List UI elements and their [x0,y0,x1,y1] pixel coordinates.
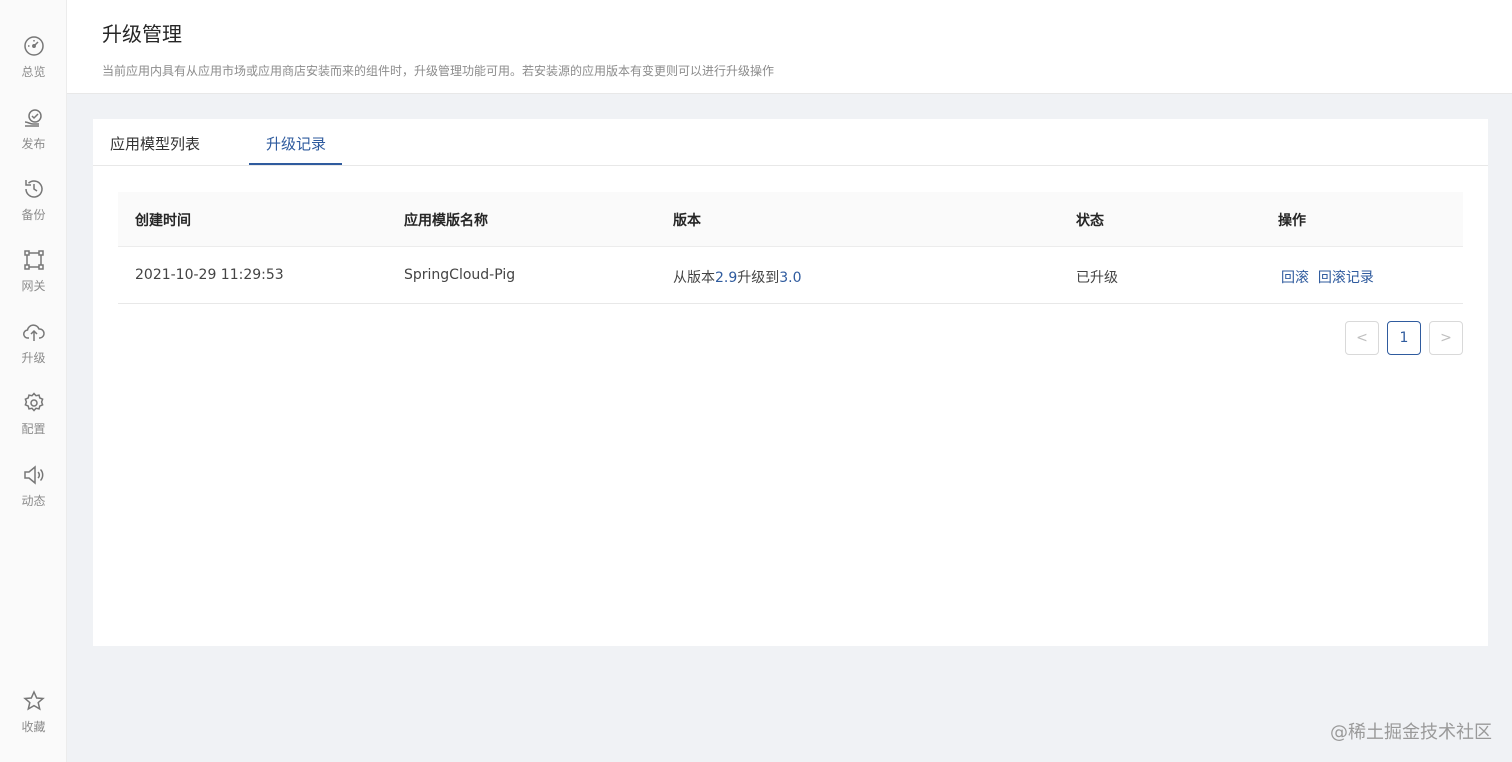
sidebar-item-favorite[interactable]: 收藏 [0,689,67,735]
active-tab-indicator [249,163,342,165]
gateway-icon [23,250,44,270]
from-version: 2.9 [715,270,738,286]
column-header-actions: 操作 [1278,213,1306,229]
version-mid: 升级到 [737,270,780,286]
sidebar-item-label: 升级 [21,351,46,365]
upgrade-cloud-icon [22,324,45,341]
watermark: @稀土掘金技术社区 [1330,722,1492,743]
sidebar-item-overview[interactable]: 总览 [0,34,67,80]
column-header-created-time: 创建时间 [135,213,191,229]
sidebar-item-upgrade[interactable]: 升级 [0,320,67,366]
cell-actions: 回滚 回滚记录 [1281,267,1374,287]
column-header-template-name: 应用模版名称 [404,213,488,229]
cell-template-name: SpringCloud-Pig [404,267,516,283]
sidebar-item-backup[interactable]: 备份 [0,177,67,223]
cell-status: 已升级 [1076,270,1118,286]
page-header: 升级管理 当前应用内具有从应用市场或应用商店安装而来的组件时，升级管理功能可用。… [67,0,1512,94]
version-prefix: 从版本 [673,270,715,286]
star-icon [22,690,45,711]
sidebar-item-gateway[interactable]: 网关 [0,248,67,294]
cell-version: 从版本2.9升级到3.0 [673,267,802,287]
cell-created-time: 2021-10-29 11:29:53 [135,267,284,283]
pagination-page-1[interactable]: 1 [1387,321,1421,355]
rollback-records-link[interactable]: 回滚记录 [1318,270,1374,286]
tab-upgrade-records[interactable]: 升级记录 [266,133,326,154]
sidebar-item-label: 网关 [21,279,46,293]
sidebar: 总览 发布 备份 网关 升级 配置 动态 收藏 [0,0,67,762]
pagination-next-button[interactable]: > [1429,321,1463,355]
tab-app-model-list[interactable]: 应用模型列表 [110,133,200,154]
upgrade-card: 应用模型列表 升级记录 创建时间 应用模版名称 版本 状态 操作 2021-10… [93,119,1488,646]
sidebar-item-label: 收藏 [21,720,46,734]
pagination-prev-button[interactable]: < [1345,321,1379,355]
sidebar-item-config[interactable]: 配置 [0,391,67,437]
publish-icon [24,109,42,127]
dashboard-icon [23,36,44,56]
backup-icon [24,180,43,198]
sidebar-item-label: 备份 [21,208,46,222]
table-row: 2021-10-29 11:29:53 SpringCloud-Pig 从版本2… [118,247,1463,304]
rollback-link[interactable]: 回滚 [1281,270,1309,286]
upgrade-records-table: 创建时间 应用模版名称 版本 状态 操作 2021-10-29 11:29:53… [118,192,1463,304]
gear-icon [23,392,44,412]
sidebar-item-label: 动态 [21,494,46,508]
sidebar-item-activity[interactable]: 动态 [0,463,67,509]
sidebar-item-publish[interactable]: 发布 [0,106,67,152]
sidebar-item-label: 配置 [21,422,46,436]
table-header: 创建时间 应用模版名称 版本 状态 操作 [118,192,1463,247]
speaker-icon [23,465,43,485]
sidebar-item-label: 发布 [21,137,46,151]
page-description: 当前应用内具有从应用市场或应用商店安装而来的组件时，升级管理功能可用。若安装源的… [102,64,775,78]
tab-bar: 应用模型列表 升级记录 [93,119,1488,166]
sidebar-item-label: 总览 [21,65,46,79]
page-title: 升级管理 [102,22,182,46]
column-header-status: 状态 [1076,213,1104,229]
column-header-version: 版本 [673,213,701,229]
to-version: 3.0 [779,270,802,286]
